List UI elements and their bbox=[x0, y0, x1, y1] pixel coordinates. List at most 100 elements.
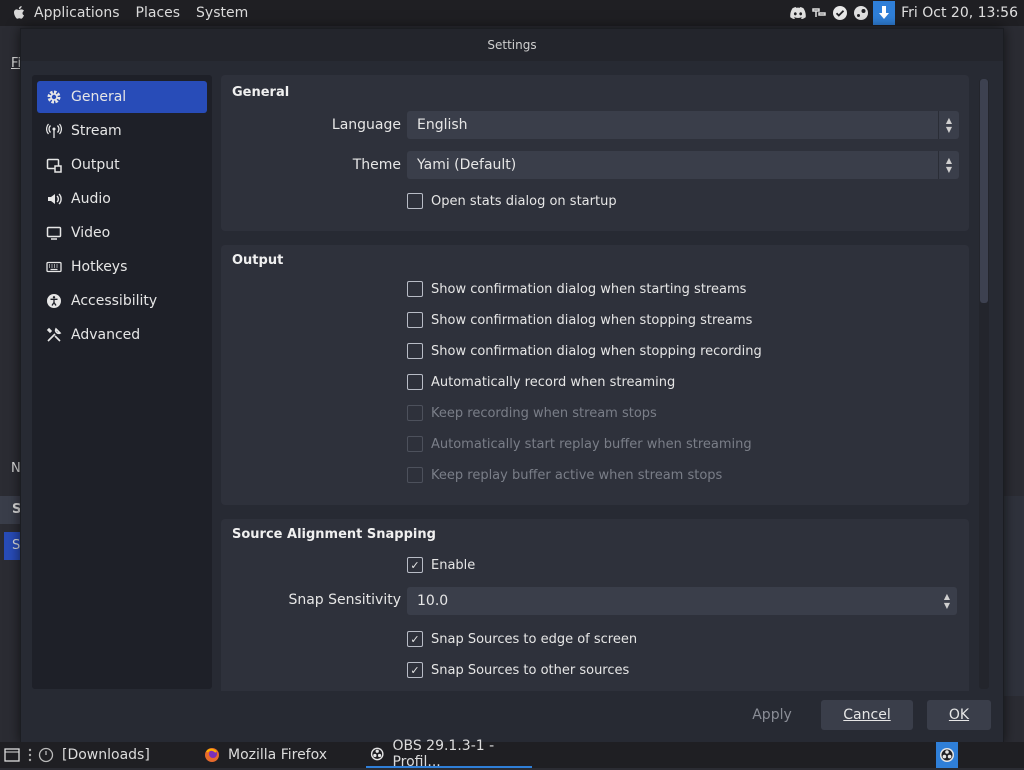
content-scrollbar[interactable] bbox=[979, 79, 989, 689]
checkbox-label: Open stats dialog on startup bbox=[431, 193, 617, 209]
checkbox-box bbox=[407, 343, 423, 359]
sidebar-item-advanced[interactable]: Advanced bbox=[37, 319, 207, 351]
confirm-stop-stream-checkbox[interactable]: Show confirmation dialog when stopping s… bbox=[407, 312, 752, 328]
taskbar-firefox[interactable]: Mozilla Firefox bbox=[204, 742, 327, 768]
language-select[interactable]: English ▲ ▼ bbox=[407, 111, 959, 139]
checkmark-icon: ✓ bbox=[407, 662, 423, 678]
cancel-label: Cancel bbox=[843, 707, 891, 723]
accessibility-icon bbox=[45, 292, 63, 310]
checkbox-box bbox=[407, 193, 423, 209]
snap-edge-checkbox[interactable]: ✓ Snap Sources to edge of screen bbox=[407, 631, 637, 647]
gear-icon bbox=[45, 88, 63, 106]
download-icon[interactable] bbox=[873, 1, 896, 25]
menu-applications[interactable]: Applications bbox=[34, 5, 120, 21]
checkbox-label: Show confirmation dialog when stopping s… bbox=[431, 312, 753, 328]
sidebar-item-stream[interactable]: Stream bbox=[37, 115, 207, 147]
open-stats-checkbox[interactable]: Open stats dialog on startup bbox=[407, 193, 617, 209]
auto-replay-buffer-checkbox: Automatically start replay buffer when s… bbox=[407, 436, 752, 452]
settings-sidebar: General Stream Output Audio Video Hotkey… bbox=[32, 75, 212, 689]
language-value: English bbox=[417, 117, 468, 133]
obs-icon bbox=[370, 747, 384, 761]
checkbox-label: Snap Sources to edge of screen bbox=[431, 631, 638, 647]
confirm-stop-recording-checkbox[interactable]: Show confirmation dialog when stopping r… bbox=[407, 343, 762, 359]
checkbox-label: Show confirmation dialog when stopping r… bbox=[431, 343, 762, 359]
apply-button[interactable]: Apply bbox=[735, 700, 809, 730]
output-group: Output Show confirmation dialog when sta… bbox=[221, 245, 969, 505]
sidebar-item-label: Video bbox=[71, 225, 111, 241]
sidebar-item-label: Accessibility bbox=[71, 293, 158, 309]
taskbar-obs[interactable]: OBS 29.1.3-1 - Profil... bbox=[366, 738, 532, 770]
general-group: General Language English ▲ ▼ Theme Yami (… bbox=[221, 75, 969, 231]
snap-sensitivity-label: Snap Sensitivity bbox=[288, 592, 401, 608]
dialog-title: Settings bbox=[21, 29, 1003, 61]
confirm-start-stream-checkbox[interactable]: Show confirmation dialog when starting s… bbox=[407, 281, 746, 297]
language-label: Language bbox=[331, 117, 401, 133]
clock[interactable]: Fri Oct 20, 13:56 bbox=[901, 5, 1018, 21]
theme-select[interactable]: Yami (Default) ▲ ▼ bbox=[407, 151, 959, 179]
show-desktop-icon[interactable] bbox=[4, 742, 20, 768]
sidebar-item-label: Output bbox=[71, 157, 120, 173]
checkbox-label: Keep replay buffer active when stream st… bbox=[431, 467, 723, 483]
menu-system[interactable]: System bbox=[196, 5, 248, 21]
apple-menu-icon[interactable] bbox=[12, 5, 26, 21]
bg-frag-s1: S bbox=[0, 496, 21, 524]
output-icon bbox=[45, 156, 63, 174]
menu-places[interactable]: Places bbox=[136, 5, 181, 21]
taskbar-downloads[interactable]: [Downloads] bbox=[38, 742, 150, 768]
speaker-icon bbox=[45, 190, 63, 208]
ok-button[interactable]: OK bbox=[927, 700, 991, 730]
sidebar-item-label: Audio bbox=[71, 191, 111, 207]
keep-recording-checkbox: Keep recording when stream stops bbox=[407, 405, 657, 421]
cancel-button[interactable]: Cancel bbox=[821, 700, 913, 730]
sidebar-item-accessibility[interactable]: Accessibility bbox=[37, 285, 207, 317]
checkmark-icon: ✓ bbox=[407, 631, 423, 647]
general-group-title: General bbox=[232, 85, 290, 100]
bg-right-panel bbox=[1004, 496, 1024, 696]
sidebar-item-output[interactable]: Output bbox=[37, 149, 207, 181]
sidebar-item-video[interactable]: Video bbox=[37, 217, 207, 249]
sidebar-item-label: Stream bbox=[71, 123, 122, 139]
check-circle-icon[interactable] bbox=[831, 4, 849, 22]
snapping-group: Source Alignment Snapping ✓ Enable Snap … bbox=[221, 519, 969, 691]
network-icon[interactable] bbox=[810, 4, 828, 22]
checkbox-label: Keep recording when stream stops bbox=[431, 405, 657, 421]
checkbox-box bbox=[407, 374, 423, 390]
sidebar-item-audio[interactable]: Audio bbox=[37, 183, 207, 215]
top-panel: Applications Places System Fri Oct 20, 1… bbox=[0, 0, 1024, 26]
snapping-enable-checkbox[interactable]: ✓ Enable bbox=[407, 557, 475, 573]
sidebar-item-hotkeys[interactable]: Hotkeys bbox=[37, 251, 207, 283]
scrollbar-thumb[interactable] bbox=[980, 79, 988, 303]
snap-sensitivity-spinbox[interactable]: 10.0 ▲ ▼ bbox=[407, 587, 957, 615]
sidebar-item-general[interactable]: General bbox=[37, 81, 207, 113]
checkbox-label: Automatically start replay buffer when s… bbox=[431, 436, 752, 452]
ok-label: OK bbox=[948, 707, 970, 723]
checkbox-label: Automatically record when streaming bbox=[431, 374, 676, 390]
output-group-title: Output bbox=[232, 253, 284, 268]
tray-obs-icon[interactable] bbox=[936, 742, 958, 768]
settings-content: General Language English ▲ ▼ Theme Yami (… bbox=[221, 75, 971, 691]
sidebar-item-label: General bbox=[71, 89, 127, 105]
firefox-icon bbox=[205, 748, 219, 762]
auto-record-checkbox[interactable]: Automatically record when streaming bbox=[407, 374, 675, 390]
taskbar: [Downloads] Mozilla Firefox OBS 29.1.3-1… bbox=[0, 738, 1024, 770]
select-arrows-icon: ▲ ▼ bbox=[938, 151, 959, 179]
checkbox-box bbox=[407, 281, 423, 297]
steam-icon[interactable] bbox=[852, 4, 870, 22]
system-tray: Fri Oct 20, 13:56 bbox=[789, 0, 1024, 26]
taskbar-label: Mozilla Firefox bbox=[228, 747, 328, 763]
taskbar-label: OBS 29.1.3-1 - Profil... bbox=[392, 738, 495, 770]
snap-other-sources-checkbox[interactable]: ✓ Snap Sources to other sources bbox=[407, 662, 629, 678]
select-arrows-icon: ▲ ▼ bbox=[938, 111, 959, 139]
discord-icon[interactable] bbox=[789, 4, 807, 22]
checkbox-box bbox=[407, 312, 423, 328]
sidebar-item-label: Advanced bbox=[71, 327, 141, 343]
theme-label: Theme bbox=[352, 157, 401, 173]
snap-sensitivity-value: 10.0 bbox=[417, 593, 449, 609]
checkbox-label: Enable bbox=[431, 557, 476, 573]
checkbox-label: Show confirmation dialog when starting s… bbox=[431, 281, 747, 297]
settings-dialog: Settings General Stream Output Audio Vid… bbox=[20, 28, 1004, 744]
monitor-icon bbox=[45, 224, 63, 242]
checkbox-box bbox=[407, 405, 423, 421]
spin-arrows-icon[interactable]: ▲ ▼ bbox=[937, 587, 957, 615]
snapping-group-title: Source Alignment Snapping bbox=[232, 527, 436, 542]
